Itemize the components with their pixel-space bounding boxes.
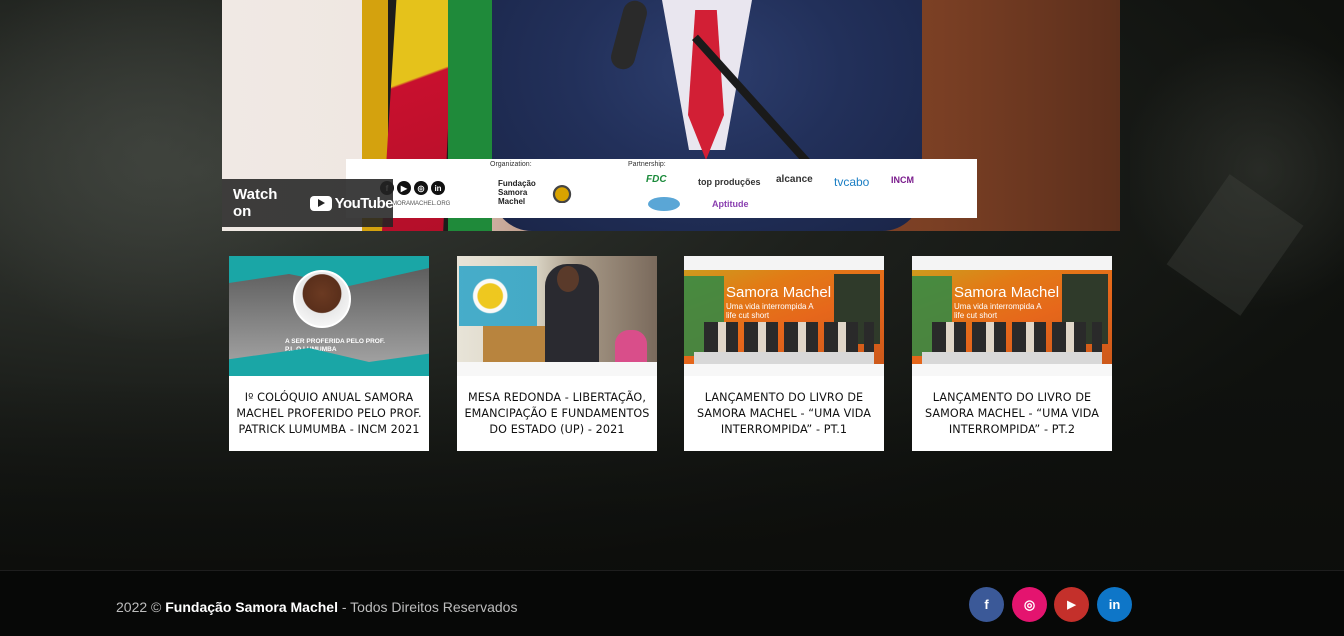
footer-brand-link[interactable]: Fundação Samora Machel [165, 599, 338, 615]
video-card-title[interactable]: Lançamento do livro de Samora Machel - “… [684, 376, 884, 451]
event-logo [459, 266, 537, 326]
partner-logo-alcance: alcance [776, 174, 813, 185]
instagram-button[interactable]: ◎ [1012, 587, 1047, 622]
video-card-title[interactable]: Mesa Redonda - Libertação, Emancipação e… [457, 376, 657, 451]
facebook-button[interactable]: f [969, 587, 1004, 622]
partner-logo-top-producoes: top produções [698, 177, 761, 187]
video-card-lancamento-pt2[interactable]: Samora Machel Uma vida interrompida A li… [912, 256, 1112, 451]
watch-on-label: Watch on [233, 186, 278, 220]
youtube-wordmark: YouTube [334, 194, 394, 212]
youtube-icon: ▶ [397, 181, 411, 195]
panel-people [704, 322, 874, 356]
sponsor-strip [912, 364, 1112, 376]
video-thumbnail: Samora Machel Uma vida interrompida A li… [684, 256, 884, 376]
linkedin-icon: in [1108, 597, 1121, 612]
copyright-rights: - Todos Direitos Reservados [341, 599, 518, 615]
copyright-year: 2022 © [116, 599, 162, 615]
thumbnail-title: Samora Machel [954, 284, 1060, 301]
instagram-icon: ◎ [414, 181, 428, 195]
partnership-label: Partnership: [628, 161, 666, 168]
partner-logo-tvcabo: tvcabo [834, 175, 870, 189]
linkedin-icon: in [431, 181, 445, 195]
copyright-text: 2022 © Fundação Samora Machel - Todos Di… [116, 599, 517, 615]
organization-logo [544, 181, 580, 203]
sponsor-strip [684, 364, 884, 376]
video-card-coloquio[interactable]: A SER PROFERIDA PELO PROF. P.L.O LUMUMBA… [229, 256, 429, 451]
panel-people [932, 322, 1102, 356]
video-card-lancamento-pt1[interactable]: Samora Machel Uma vida interrompida A li… [684, 256, 884, 451]
video-thumbnail [457, 256, 657, 376]
thumbnail-title: Samora Machel [726, 284, 832, 301]
watch-on-youtube-button[interactable]: Watch on YouTube [222, 179, 394, 227]
youtube-video-player[interactable]: f ▶ ◎ in SAMORAMACHEL.ORG Organization: … [222, 0, 1120, 231]
partner-logo-oval [648, 197, 680, 211]
facebook-icon: f [984, 597, 989, 612]
partner-logo-incm: INCM [891, 175, 914, 185]
site-footer: 2022 © Fundação Samora Machel - Todos Di… [0, 570, 1344, 636]
partner-logo-aptitude: Aptitude [712, 199, 749, 209]
instagram-icon: ◎ [1023, 596, 1036, 612]
video-card-title[interactable]: Iº Colóquio Anual Samora Machel proferid… [229, 376, 429, 451]
video-card-mesa-redonda[interactable]: Mesa Redonda - Libertação, Emancipação e… [457, 256, 657, 451]
youtube-button[interactable]: ▶ [1054, 587, 1089, 622]
youtube-icon: ▶ [1067, 599, 1076, 611]
thumbnail-subtitle: Uma vida interrompida A life cut short [726, 302, 814, 320]
speaker-portrait [293, 270, 351, 328]
youtube-logo: YouTube [309, 194, 394, 212]
organization-name: Fundação Samora Machel [498, 179, 536, 206]
sponsor-banner: f ▶ ◎ in SAMORAMACHEL.ORG Organization: … [346, 159, 977, 218]
video-card-title[interactable]: Lançamento do livro de Samora Machel - “… [912, 376, 1112, 451]
linkedin-button[interactable]: in [1097, 587, 1132, 622]
banner-site: SAMORAMACHEL.ORG [384, 201, 451, 207]
video-thumbnail: A SER PROFERIDA PELO PROF. P.L.O LUMUMBA [229, 256, 429, 376]
organization-label: Organization: [490, 161, 532, 168]
sponsor-strip [457, 362, 657, 376]
youtube-play-icon [309, 195, 332, 211]
partner-logo-fdc: FDC [646, 174, 667, 185]
thumbnail-subtitle: Uma vida interrompida A life cut short [954, 302, 1042, 320]
video-thumbnail: Samora Machel Uma vida interrompida A li… [912, 256, 1112, 376]
